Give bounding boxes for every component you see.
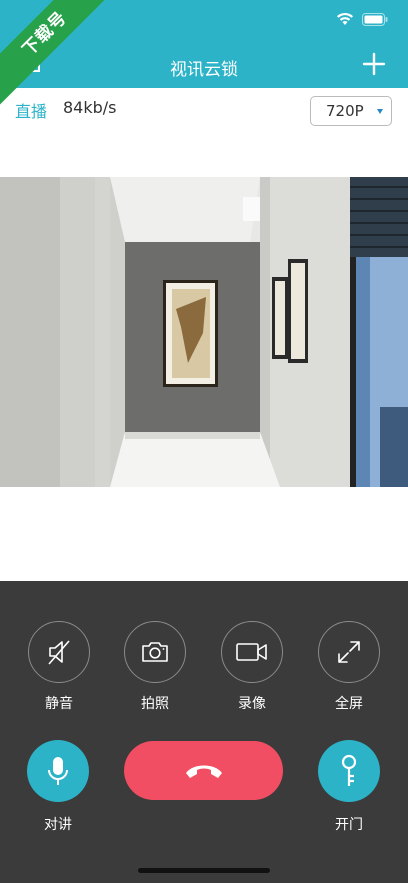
fullscreen-icon bbox=[338, 641, 360, 663]
status-bar-icons bbox=[336, 12, 388, 26]
snapshot-label: 拍照 bbox=[141, 696, 169, 712]
hang-up-button[interactable] bbox=[124, 741, 283, 800]
record-circle bbox=[221, 621, 283, 683]
stream-info-bar: 直播 84kb/s 720P bbox=[0, 88, 408, 128]
snapshot-button[interactable]: 拍照 bbox=[123, 621, 187, 713]
home-indicator[interactable] bbox=[138, 868, 270, 873]
live-label: 直播 bbox=[15, 102, 48, 121]
key-icon bbox=[341, 754, 357, 786]
battery-icon bbox=[362, 12, 388, 26]
snapshot-circle bbox=[124, 621, 186, 683]
dropdown-caret-icon bbox=[377, 109, 383, 114]
unlock-door-button[interactable]: 开门 bbox=[318, 740, 380, 834]
plus-icon bbox=[362, 52, 386, 76]
camera-icon bbox=[142, 642, 168, 662]
mute-label: 静音 bbox=[45, 696, 73, 712]
mute-icon bbox=[48, 640, 70, 665]
bitrate-readout: 84kb/s bbox=[63, 98, 117, 117]
hang-up-icon bbox=[185, 765, 222, 778]
fullscreen-label: 全屏 bbox=[335, 696, 363, 712]
resolution-value: 720P bbox=[326, 102, 364, 120]
video-record-icon bbox=[236, 643, 267, 661]
video-feed[interactable] bbox=[0, 177, 408, 487]
mute-button[interactable]: 静音 bbox=[27, 621, 91, 713]
unlock-circle bbox=[318, 740, 380, 802]
resolution-select[interactable]: 720P bbox=[310, 96, 392, 126]
fullscreen-circle bbox=[318, 621, 380, 683]
intercom-circle bbox=[27, 740, 89, 802]
wifi-icon bbox=[337, 12, 353, 25]
intercom-label: 对讲 bbox=[44, 817, 72, 833]
record-label: 录像 bbox=[238, 696, 266, 712]
fullscreen-button[interactable]: 全屏 bbox=[317, 621, 381, 713]
intercom-button[interactable]: 对讲 bbox=[27, 740, 89, 834]
mute-circle bbox=[28, 621, 90, 683]
record-button[interactable]: 录像 bbox=[220, 621, 284, 713]
page-title: 视讯云锁 bbox=[170, 60, 238, 80]
microphone-icon bbox=[48, 757, 68, 785]
unlock-label: 开门 bbox=[335, 817, 363, 833]
control-panel: 静音 拍照 录像 全屏 对讲 开门 bbox=[0, 581, 408, 883]
add-device-button[interactable] bbox=[362, 52, 386, 76]
